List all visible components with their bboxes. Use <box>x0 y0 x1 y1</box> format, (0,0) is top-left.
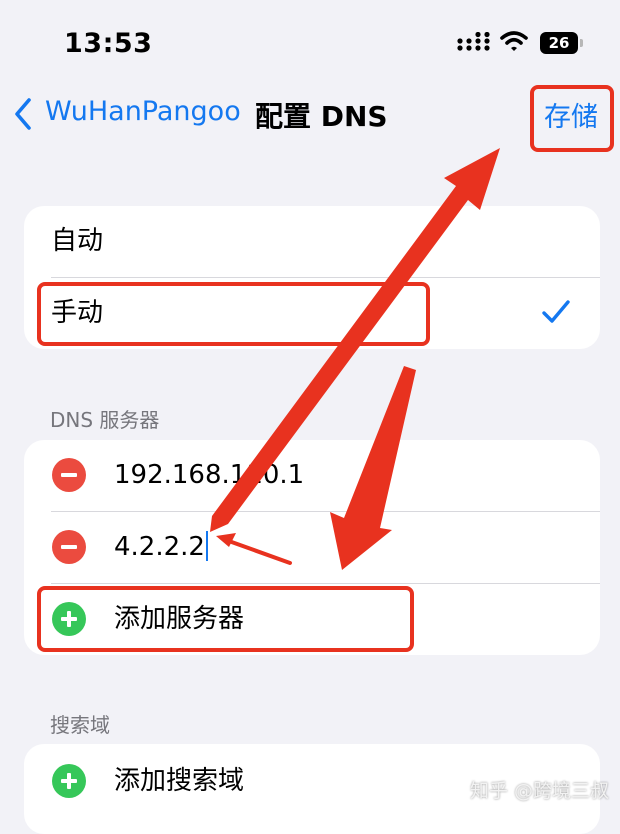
wifi-icon <box>500 31 528 51</box>
dns-server-input[interactable]: 4.2.2.2 <box>114 512 208 583</box>
plus-mark <box>67 773 71 789</box>
minus-mark <box>61 473 77 477</box>
battery-icon: 26 <box>540 32 578 54</box>
status-time: 13:53 <box>64 28 153 59</box>
dns-server-value[interactable]: 192.168.110.1 <box>114 440 304 511</box>
mode-option-label: 自动 <box>51 226 104 256</box>
annotation-box-save <box>530 85 614 152</box>
status-bar: 13:53 26 <box>0 0 620 80</box>
annotation-box-add-server <box>37 586 414 652</box>
text-cursor <box>205 530 208 561</box>
delete-server-icon[interactable] <box>52 458 86 492</box>
search-domains-header: 搜索域 <box>50 713 110 737</box>
checkmark-icon <box>542 300 570 323</box>
cellular-signal-icon <box>457 32 490 51</box>
battery-cap <box>580 39 583 47</box>
watermark: 知乎 @跨境三叔 <box>470 780 610 802</box>
battery-level: 26 <box>548 34 570 52</box>
mode-option-automatic[interactable]: 自动 <box>24 206 600 277</box>
back-chevron-icon[interactable] <box>12 97 34 131</box>
minus-mark <box>61 545 77 549</box>
dns-server-value: 4.2.2.2 <box>114 532 205 562</box>
back-button[interactable]: WuHanPangoo <box>45 96 241 127</box>
dns-server-row[interactable]: 4.2.2.2 <box>24 512 600 583</box>
add-search-domain-icon[interactable] <box>52 764 86 798</box>
delete-server-icon[interactable] <box>52 530 86 564</box>
page-title: 配置 DNS <box>255 100 388 133</box>
add-search-domain-label[interactable]: 添加搜索域 <box>114 746 244 817</box>
dns-servers-header: DNS 服务器 <box>50 408 160 432</box>
annotation-box-manual <box>37 282 430 346</box>
dns-server-row[interactable]: 192.168.110.1 <box>24 440 600 511</box>
